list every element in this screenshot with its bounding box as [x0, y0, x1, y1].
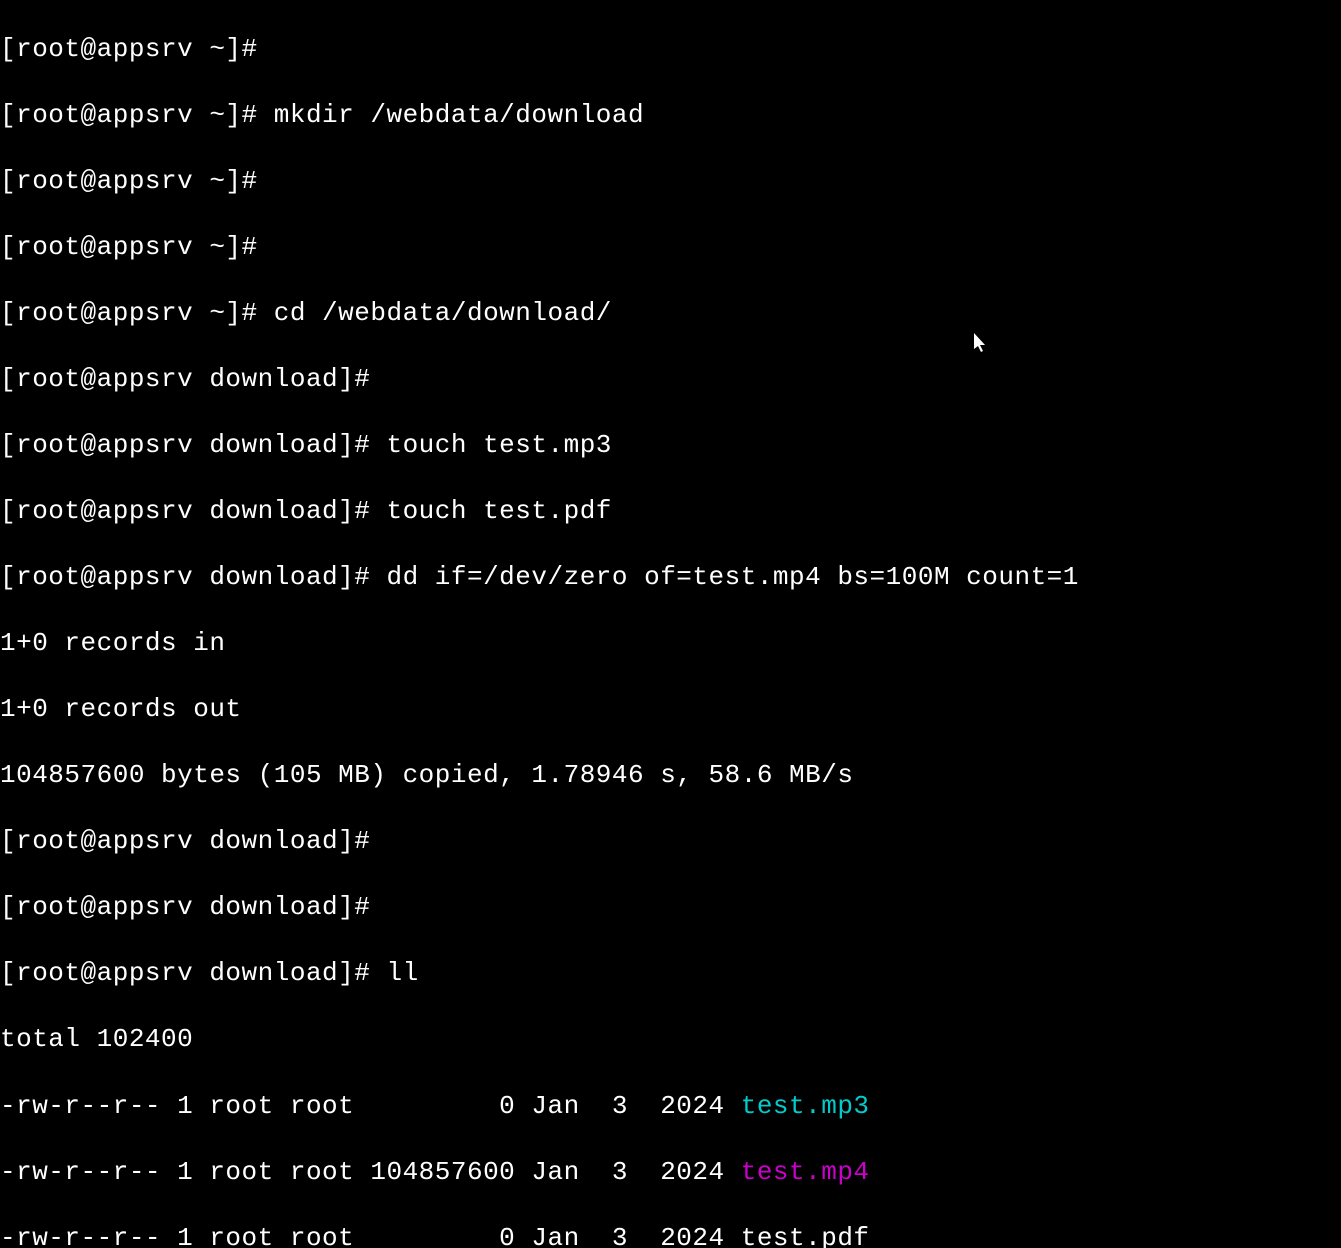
- terminal-output[interactable]: [root@appsrv ~]# [root@appsrv ~]# mkdir …: [0, 0, 1341, 1248]
- terminal-line: 1+0 records out: [0, 693, 1341, 726]
- file-listing-row: -rw-r--r-- 1 root root 104857600 Jan 3 2…: [0, 1156, 1341, 1189]
- terminal-line: [root@appsrv download]# touch test.mp3: [0, 429, 1341, 462]
- terminal-line: [root@appsrv download]# dd if=/dev/zero …: [0, 561, 1341, 594]
- file-listing-row: -rw-r--r-- 1 root root 0 Jan 3 2024 test…: [0, 1090, 1341, 1123]
- terminal-line: 104857600 bytes (105 MB) copied, 1.78946…: [0, 759, 1341, 792]
- terminal-line: [root@appsrv download]# ll: [0, 957, 1341, 990]
- terminal-line: total 102400: [0, 1023, 1341, 1056]
- terminal-line: [root@appsrv ~]# cd /webdata/download/: [0, 297, 1341, 330]
- terminal-line: [root@appsrv ~]#: [0, 33, 1341, 66]
- file-permissions: -rw-r--r-- 1 root root 0 Jan 3 2024: [0, 1223, 741, 1248]
- file-name: test.pdf: [741, 1223, 870, 1248]
- file-permissions: -rw-r--r-- 1 root root 104857600 Jan 3 2…: [0, 1157, 741, 1187]
- file-name: test.mp4: [741, 1157, 870, 1187]
- terminal-line: [root@appsrv ~]#: [0, 231, 1341, 264]
- terminal-line: [root@appsrv download]#: [0, 363, 1341, 396]
- terminal-line: [root@appsrv download]#: [0, 825, 1341, 858]
- terminal-line: [root@appsrv download]#: [0, 891, 1341, 924]
- file-listing-row: -rw-r--r-- 1 root root 0 Jan 3 2024 test…: [0, 1222, 1341, 1248]
- terminal-line: [root@appsrv download]# touch test.pdf: [0, 495, 1341, 528]
- file-permissions: -rw-r--r-- 1 root root 0 Jan 3 2024: [0, 1091, 741, 1121]
- file-name: test.mp3: [741, 1091, 870, 1121]
- terminal-line: 1+0 records in: [0, 627, 1341, 660]
- terminal-line: [root@appsrv ~]#: [0, 165, 1341, 198]
- terminal-line: [root@appsrv ~]# mkdir /webdata/download: [0, 99, 1341, 132]
